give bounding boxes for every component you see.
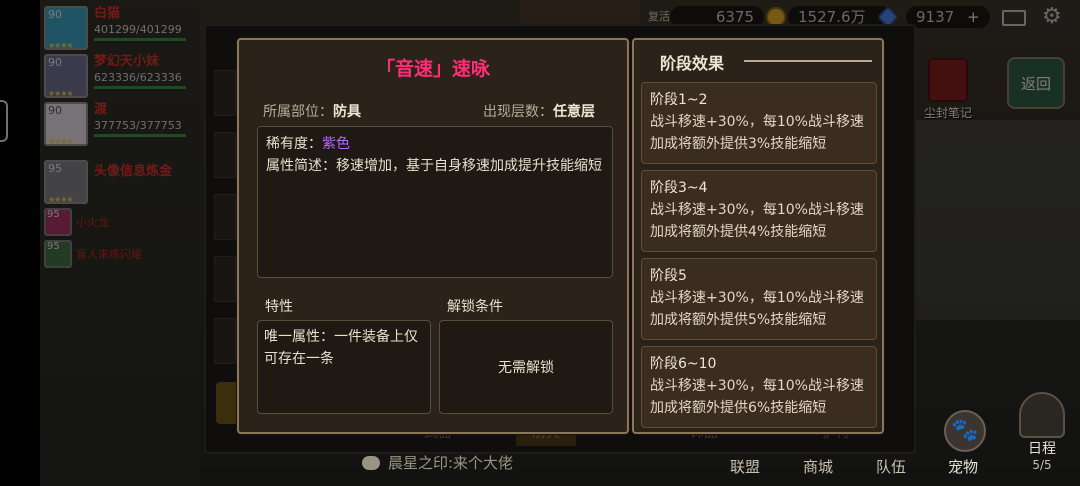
item-title: 「音速」速咏 [375, 58, 490, 80]
slot-value: 防具 [333, 104, 361, 120]
title-divider [744, 60, 872, 62]
description-box: 稀有度：紫色 属性简述：移速增加，基于自身移速加成提升技能缩短 [257, 126, 613, 278]
chat-message: 晨星之印:来个大佬 [388, 454, 514, 472]
floor-value: 任意层 [553, 104, 595, 120]
chat-bubble-icon [362, 455, 380, 470]
stage-effects-panel: 阶段效果 阶段1~2 战斗移速+30%，每10%战斗移速加成将额外提供3%技能缩… [632, 38, 884, 434]
stage-desc: 战斗移速+30%，每10%战斗移速加成将额外提供3%技能缩短 [650, 114, 864, 152]
unlock-label: 解锁条件 [447, 299, 503, 315]
rarity-line: 稀有度：紫色 [266, 136, 350, 152]
stage-name: 阶段5 [650, 268, 687, 284]
nav-pet[interactable]: 宠物 [948, 456, 978, 477]
rarity-value: 紫色 [322, 136, 350, 152]
slot-info: 所属部位：防具 [263, 104, 361, 120]
stage-desc: 战斗移速+30%，每10%战斗移速加成将额外提供6%技能缩短 [650, 378, 864, 416]
unlock-box: 无需解锁 [439, 320, 613, 414]
stage-desc: 战斗移速+30%，每10%战斗移速加成将额外提供5%技能缩短 [650, 290, 864, 328]
trait-label: 特性 [265, 299, 293, 315]
item-detail-panel: 「音速」速咏 所属部位：防具 出现层数：任意层 稀有度：紫色 属性简述：移速增加… [237, 38, 629, 434]
stage-name: 阶段1~2 [650, 92, 708, 108]
chat-bar[interactable]: 晨星之印:来个大佬 [362, 452, 513, 473]
stage-card: 阶段1~2 战斗移速+30%，每10%战斗移速加成将额外提供3%技能缩短 [641, 82, 877, 164]
stage-card: 阶段3~4 战斗移速+30%，每10%战斗移速加成将额外提供4%技能缩短 [641, 170, 877, 252]
schedule-button[interactable]: 日程 5/5 [1014, 392, 1070, 472]
stage-effects-title: 阶段效果 [660, 54, 725, 73]
unlock-text: 无需解锁 [498, 360, 554, 376]
nav-shop[interactable]: 商城 [803, 456, 833, 477]
stage-name: 阶段6~10 [650, 356, 717, 372]
stage-desc: 战斗移速+30%，每10%战斗移速加成将额外提供4%技能缩短 [650, 202, 864, 240]
floor-info: 出现层数：任意层 [483, 104, 595, 120]
paw-icon[interactable]: 🐾 [944, 410, 986, 452]
trait-box: 唯一属性：一件装备上仅可存在一条 [257, 320, 431, 414]
nav-alliance[interactable]: 联盟 [730, 456, 760, 477]
stage-name: 阶段3~4 [650, 180, 708, 196]
stage-card: 阶段6~10 战斗移速+30%，每10%战斗移速加成将额外提供6%技能缩短 [641, 346, 877, 428]
schedule-avatar-icon [1019, 392, 1065, 438]
nav-team[interactable]: 队伍 [876, 456, 906, 477]
stage-card: 阶段5 战斗移速+30%，每10%战斗移速加成将额外提供5%技能缩短 [641, 258, 877, 340]
attribute-description: 属性简述：移速增加，基于自身移速加成提升技能缩短 [266, 158, 602, 174]
